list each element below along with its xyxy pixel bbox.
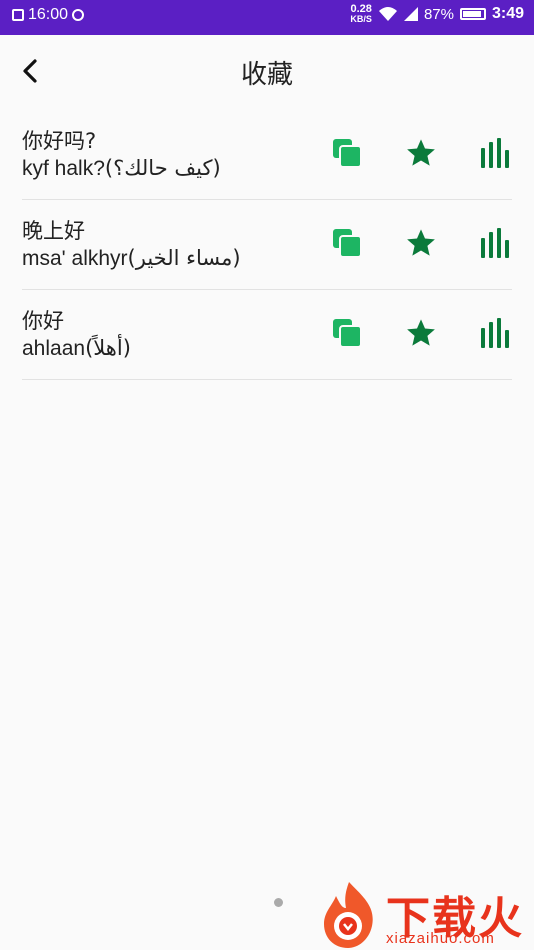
app-notification-icon [72, 9, 85, 21]
audio-button[interactable] [478, 316, 512, 350]
phrase-latin: ahlaan [22, 337, 86, 360]
phrase-arabic: (أهلاً) [85, 336, 131, 360]
app-bar: 收藏 [0, 35, 534, 110]
row-actions [330, 226, 512, 260]
network-speed-unit: KB/S [350, 14, 372, 24]
network-speed-value: 0.28 [350, 3, 372, 15]
watermark: 下载火 xiazaihuo.com [314, 878, 534, 950]
list-item: 你好吗? kyf halk?(كيف حالك؟) [22, 110, 512, 200]
notification-icon [12, 9, 24, 21]
favorite-star-button[interactable] [404, 316, 438, 350]
favorite-star-button[interactable] [404, 226, 438, 260]
sound-bars-icon [481, 138, 509, 168]
star-icon [407, 229, 435, 256]
audio-button[interactable] [478, 226, 512, 260]
flame-logo-icon [324, 882, 373, 948]
phrase-chinese: 晚上好 [22, 219, 85, 243]
status-left: 16:00 [12, 6, 85, 24]
phrase-latin: kyf halk? [22, 157, 105, 180]
wifi-icon [378, 7, 397, 21]
page-indicator-dot [274, 898, 283, 907]
list-item: 你好 ahlaan(أهلاً) [22, 290, 512, 380]
star-icon [407, 139, 435, 166]
copy-button[interactable] [330, 226, 364, 260]
watermark-url: xiazaihuo.com [386, 930, 495, 947]
phrase-translation: ahlaan(أهلاً) [22, 336, 131, 361]
list-item: 晚上好 msa' alkhyr(مساء الخير) [22, 200, 512, 290]
status-clock: 3:49 [491, 5, 524, 22]
status-right: 0.28 KB/S 87% 3:49 [350, 3, 524, 25]
copy-button[interactable] [330, 136, 364, 170]
phrase-arabic: (مساء الخير) [127, 246, 241, 270]
battery-percent: 87% [423, 5, 454, 23]
phrase-chinese: 你好 [22, 309, 64, 333]
phrase-translation: msa' alkhyr(مساء الخير) [22, 246, 241, 271]
sound-bars-icon [481, 318, 509, 348]
favorite-star-button[interactable] [404, 136, 438, 170]
copy-icon [333, 229, 362, 258]
audio-button[interactable] [478, 136, 512, 170]
row-actions [330, 316, 512, 350]
row-actions [330, 136, 512, 170]
page-title: 收藏 [240, 60, 293, 90]
sound-bars-icon [481, 228, 509, 258]
star-icon [407, 319, 435, 346]
copy-icon [333, 139, 362, 168]
phrase-translation: kyf halk?(كيف حالك؟) [22, 156, 221, 181]
copy-icon [333, 319, 362, 348]
network-speed: 0.28 KB/S [350, 3, 372, 25]
copy-button[interactable] [330, 316, 364, 350]
phrase-arabic: (كيف حالك؟) [104, 156, 221, 180]
status-bar: 16:00 0.28 KB/S 87% 3:49 [0, 0, 534, 35]
phrase-latin: msa' alkhyr [22, 247, 128, 270]
phrase-chinese: 你好吗? [22, 129, 97, 153]
favorites-list: 你好吗? kyf halk?(كيف حالك؟) 晚上好 msa' alkhy… [22, 110, 512, 380]
signal-icon [403, 7, 418, 21]
status-time: 16:00 [28, 6, 69, 23]
battery-icon [459, 8, 486, 20]
